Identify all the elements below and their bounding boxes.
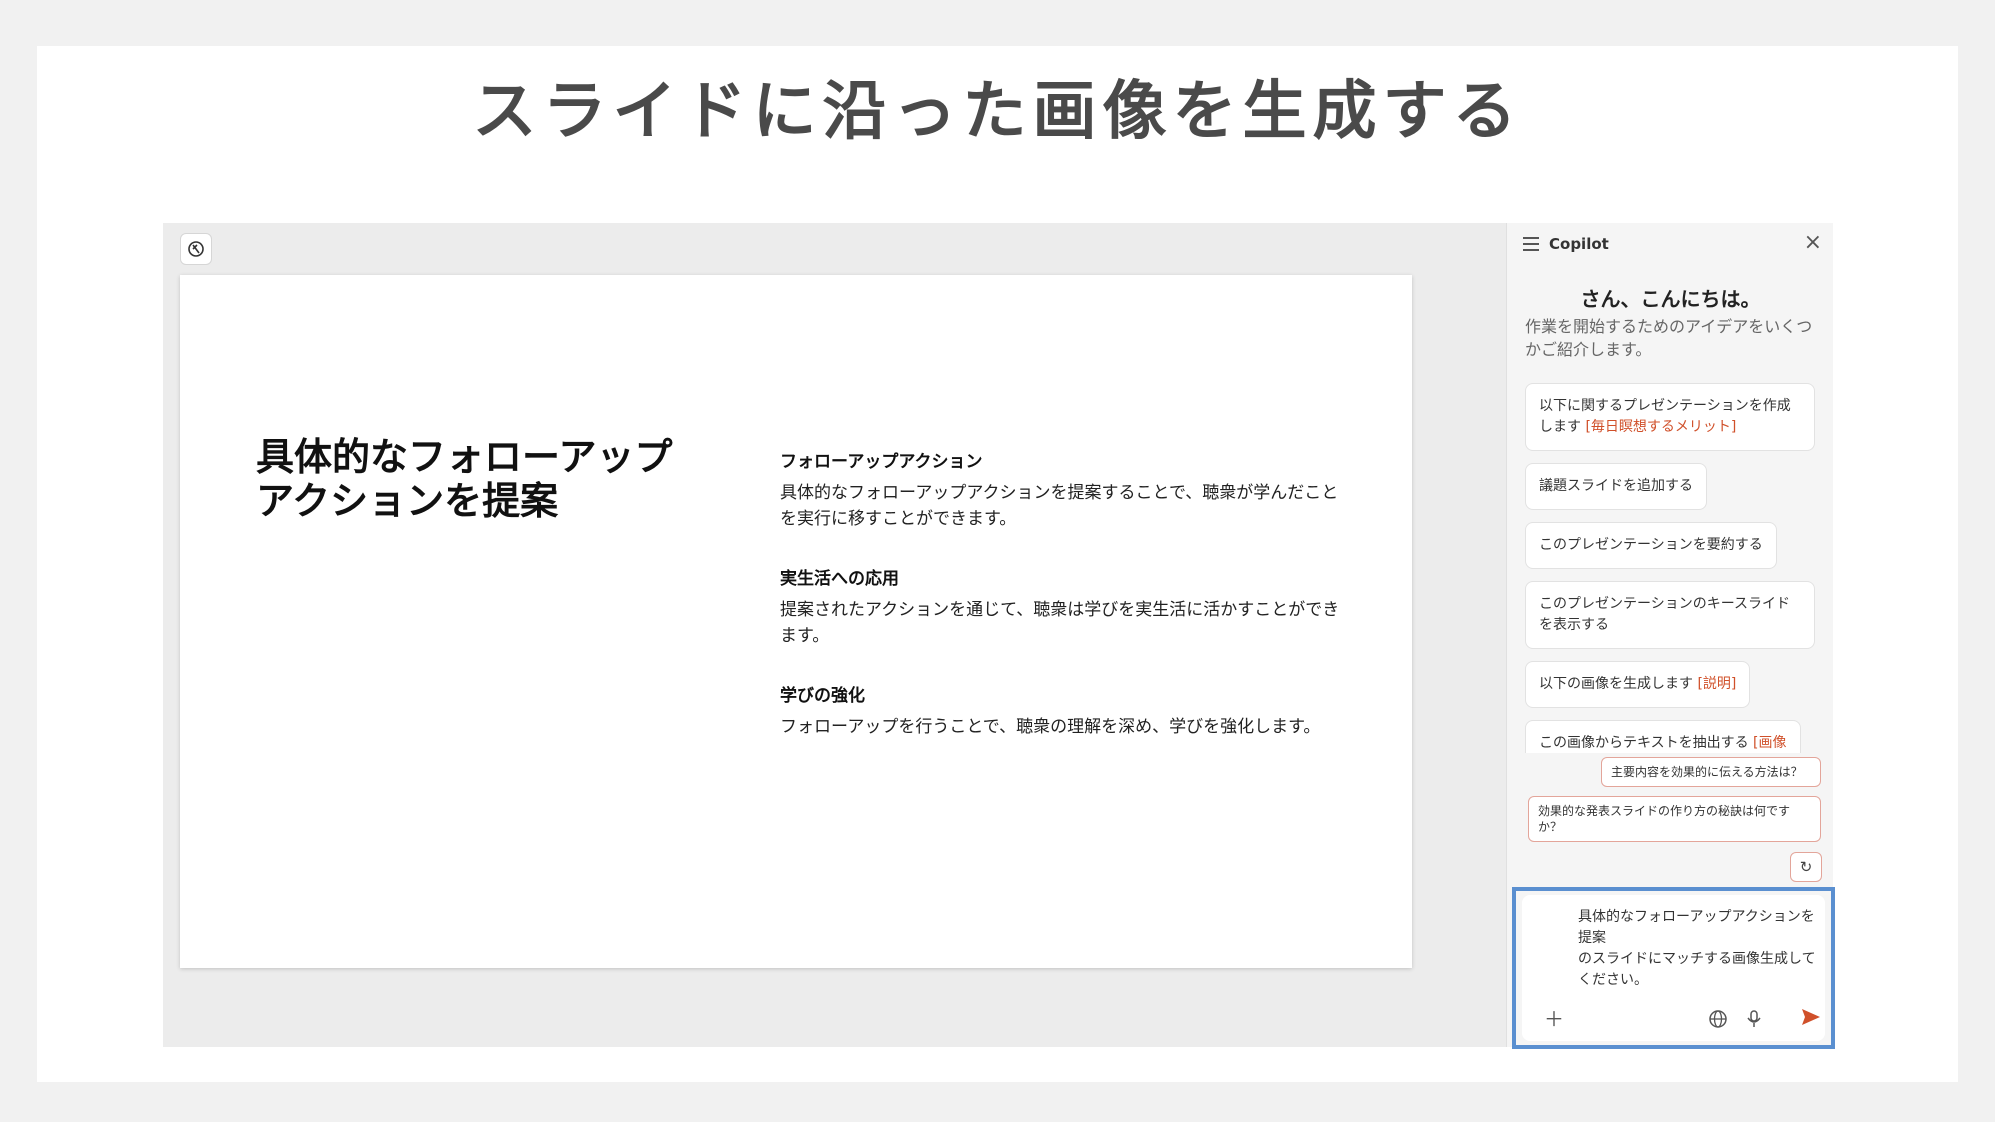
- refresh-button[interactable]: ↻: [1790, 852, 1822, 882]
- suggestion-key-slides[interactable]: このプレゼンテーションのキースライドを表示する: [1525, 581, 1815, 649]
- section-heading: 実生活への応用: [780, 569, 899, 589]
- slide-section: 実生活への応用 提案されたアクションを通じて、聴衆は学びを実生活に活かすことがで…: [780, 564, 1340, 649]
- suggestion-extract-text[interactable]: この画像からテキストを抽出する [画像: [1525, 720, 1801, 753]
- suggestion-create-presentation[interactable]: 以下に関するプレゼンテーションを作成します [毎日瞑想するメリット]: [1525, 383, 1815, 451]
- slide[interactable]: 具体的なフォローアップアクションを提案 フォローアップアクション 具体的なフォロ…: [180, 275, 1412, 968]
- suggestion-summarize[interactable]: このプレゼンテーションを要約する: [1525, 522, 1777, 569]
- section-text: 提案されたアクションを通じて、聴衆は学びを実生活に活かすことができます。: [780, 600, 1340, 646]
- copilot-title: Copilot: [1549, 235, 1609, 253]
- section-heading: フォローアップアクション: [780, 452, 983, 472]
- quick-prompt-2[interactable]: 効果的な発表スライドの作り方の秘訣は何ですか？: [1528, 796, 1821, 842]
- suggestion-add-agenda[interactable]: 議題スライドを追加する: [1525, 463, 1707, 510]
- chat-input-highlight: 具体的なフォローアップアクションを提案 のスライドにマッチする画像生成してくださ…: [1512, 887, 1835, 1049]
- section-text: 具体的なフォローアップアクションを提案することで、聴衆が学んだことを実行に移すこ…: [780, 483, 1339, 529]
- slide-section: 学びの強化 フォローアップを行うことで、聴衆の理解を深め、学びを強化します。: [780, 681, 1340, 740]
- suggestion-list: 以下に関するプレゼンテーションを作成します [毎日瞑想するメリット] 議題スライ…: [1525, 383, 1825, 753]
- page-title: スライドに沿った画像を生成する: [472, 75, 1523, 149]
- globe-icon[interactable]: [1708, 1009, 1728, 1029]
- section-text: フォローアップを行うことで、聴衆の理解を深め、学びを強化します。: [780, 717, 1321, 737]
- slide-body[interactable]: フォローアップアクション 具体的なフォローアップアクションを提案することで、聴衆…: [780, 447, 1340, 772]
- chat-input-text[interactable]: 具体的なフォローアップアクションを提案 のスライドにマッチする画像生成してくださ…: [1578, 907, 1818, 991]
- designer-button[interactable]: [180, 233, 212, 265]
- slide-section: フォローアップアクション 具体的なフォローアップアクションを提案することで、聴衆…: [780, 447, 1340, 532]
- slide-canvas-area: 具体的なフォローアップアクションを提案 フォローアップアクション 具体的なフォロ…: [163, 223, 1506, 1047]
- greeting: さん、こんにちは。: [1580, 287, 1761, 311]
- plus-icon[interactable]: ＋: [1544, 1009, 1564, 1029]
- greeting-subtext: 作業を開始するためのアイデアをいくつかご紹介します。: [1525, 317, 1813, 359]
- quick-prompt-1[interactable]: 主要内容を効果的に伝える方法は？: [1601, 757, 1821, 787]
- chat-input[interactable]: 具体的なフォローアップアクションを提案 のスライドにマッチする画像生成してくださ…: [1522, 895, 1825, 1041]
- close-icon[interactable]: ×: [1804, 231, 1822, 255]
- designer-icon: [188, 241, 204, 257]
- slide-title[interactable]: 具体的なフォローアップアクションを提案: [256, 435, 676, 523]
- send-icon[interactable]: [1800, 1007, 1822, 1027]
- section-heading: 学びの強化: [780, 686, 865, 706]
- suggestion-generate-image[interactable]: 以下の画像を生成します [説明]: [1525, 661, 1751, 708]
- hamburger-icon[interactable]: [1523, 237, 1539, 251]
- copilot-header: Copilot ×: [1507, 223, 1834, 265]
- microphone-icon[interactable]: [1746, 1009, 1762, 1029]
- refresh-icon: ↻: [1799, 858, 1813, 876]
